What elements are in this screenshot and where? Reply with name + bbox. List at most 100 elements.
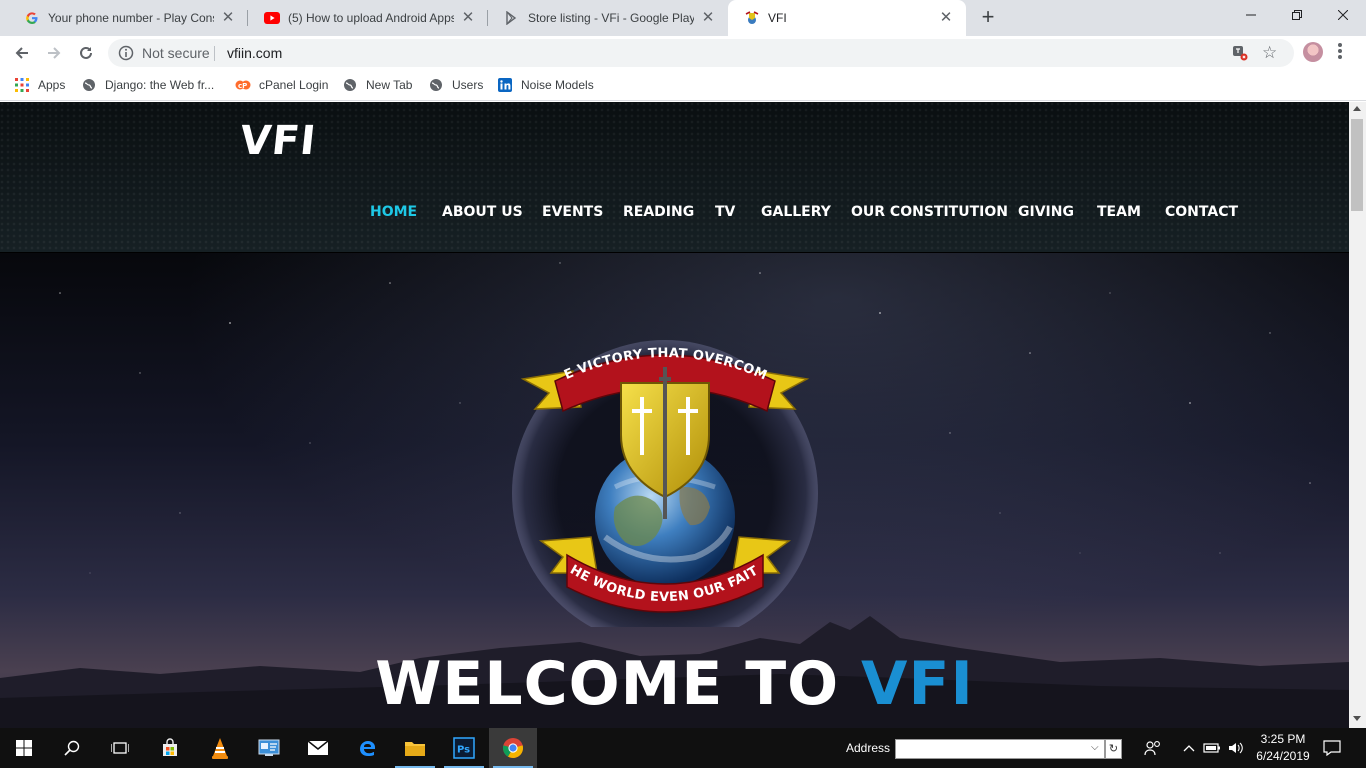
- scroll-up-arrow-icon[interactable]: [1353, 106, 1361, 111]
- show-hidden-icons-icon[interactable]: [1179, 738, 1199, 758]
- browser-toolbar: Not secure vfiin.com ☆: [0, 36, 1366, 69]
- chevron-down-icon[interactable]: ⌵: [1091, 742, 1099, 753]
- security-status[interactable]: Not secure: [142, 45, 210, 61]
- cpanel-icon: cP: [235, 77, 251, 93]
- back-button[interactable]: [9, 40, 35, 66]
- taskbar-store[interactable]: [146, 728, 194, 768]
- nav-home[interactable]: HOME: [370, 204, 417, 220]
- bookmark-label: cPanel Login: [259, 78, 329, 92]
- tab-title: Store listing - VFi - Google Play C: [528, 11, 694, 25]
- bookmark-label: Apps: [38, 78, 66, 92]
- site-logo[interactable]: VFI: [238, 118, 319, 164]
- control-panel-icon: [258, 739, 280, 756]
- folder-icon: [405, 742, 425, 756]
- close-tab-icon[interactable]: ✕: [220, 10, 236, 26]
- vfi-emblem-icon: [744, 10, 760, 26]
- clock-time[interactable]: 3:25 PM: [1258, 732, 1308, 746]
- address-bar[interactable]: Not secure vfiin.com ☆: [108, 39, 1294, 67]
- taskbar-vlc[interactable]: [196, 728, 244, 768]
- scroll-down-arrow-icon[interactable]: [1353, 716, 1361, 721]
- close-tab-icon[interactable]: ✕: [700, 10, 716, 26]
- nav-team[interactable]: TEAM: [1097, 204, 1141, 220]
- battery-icon[interactable]: [1202, 738, 1222, 758]
- tab-vfi[interactable]: VFI ✕: [728, 0, 966, 36]
- photoshop-icon: Ps: [453, 737, 475, 759]
- nav-reading[interactable]: READING: [623, 204, 694, 220]
- taskbar-control-panel[interactable]: [245, 728, 293, 768]
- nav-our-constitution[interactable]: OUR CONSTITUTION: [851, 204, 1008, 220]
- bookmark-label: Users: [452, 78, 484, 92]
- url-text[interactable]: vfiin.com: [227, 45, 282, 61]
- tab-store-listing[interactable]: Store listing - VFi - Google Play C ✕: [488, 0, 728, 36]
- reload-icon: [80, 46, 92, 59]
- back-arrow-icon: [15, 47, 28, 59]
- search-icon: [64, 740, 80, 756]
- hero-section: THE VICTORY THAT OVERCOMES THE WORLD EVE…: [0, 253, 1349, 728]
- page-viewport: VFI HOME ABOUT US EVENTS READING TV GALL…: [0, 102, 1349, 728]
- close-tab-icon[interactable]: ✕: [460, 10, 476, 26]
- nav-events[interactable]: EVENTS: [542, 204, 603, 220]
- welcome-heading: WELCOME TO VFI: [0, 649, 1349, 719]
- bookmark-django[interactable]: Django: the Web fr...: [81, 76, 214, 94]
- profile-avatar[interactable]: [1303, 42, 1323, 62]
- taskbar-edge[interactable]: [343, 728, 391, 768]
- restore-button[interactable]: [1274, 0, 1320, 30]
- taskbar-search-button[interactable]: [48, 728, 96, 768]
- nav-about-us[interactable]: ABOUT US: [442, 204, 523, 220]
- address-toolbar-input[interactable]: [895, 739, 1105, 759]
- nav-giving[interactable]: GIVING: [1018, 204, 1074, 220]
- address-go-button[interactable]: ↻: [1105, 739, 1122, 759]
- close-window-button[interactable]: [1320, 0, 1366, 30]
- youtube-icon: [264, 10, 280, 26]
- reload-button[interactable]: [73, 40, 99, 66]
- google-g-icon: [24, 10, 40, 26]
- store-bag-icon: [163, 738, 177, 756]
- people-icon[interactable]: [1143, 738, 1163, 758]
- apps-grid-icon: [14, 77, 30, 93]
- task-view-icon: [111, 742, 129, 754]
- scrollbar-thumb[interactable]: [1351, 119, 1363, 211]
- bookmarks-bar: Apps Django: the Web fr... cP cPanel Log…: [0, 69, 1366, 101]
- bookmark-noise-models[interactable]: Noise Models: [497, 76, 594, 94]
- bookmark-users[interactable]: Users: [428, 76, 483, 94]
- welcome-prefix: WELCOME TO: [375, 649, 862, 719]
- close-tab-icon[interactable]: ✕: [938, 10, 954, 26]
- tab-title: VFI: [768, 11, 787, 25]
- task-view-button[interactable]: [96, 728, 144, 768]
- tab-play-console[interactable]: Your phone number - Play Conso ✕: [8, 0, 248, 36]
- edge-browser-icon: [360, 741, 375, 756]
- taskbar-chrome[interactable]: [489, 728, 537, 768]
- taskbar-photoshop[interactable]: Ps: [440, 728, 488, 768]
- translate-icon[interactable]: [1232, 45, 1248, 61]
- tab-title: Your phone number - Play Conso: [48, 11, 214, 25]
- info-icon[interactable]: [118, 45, 134, 61]
- browser-tab-strip: Your phone number - Play Conso ✕ (5) How…: [0, 0, 1366, 36]
- bookmark-new-tab[interactable]: New Tab: [342, 76, 412, 94]
- svg-text:Ps: Ps: [457, 745, 470, 756]
- start-button[interactable]: [0, 728, 48, 768]
- bookmark-cpanel[interactable]: cP cPanel Login: [235, 76, 328, 94]
- taskbar-mail[interactable]: [294, 728, 342, 768]
- nav-tv[interactable]: TV: [715, 204, 735, 220]
- linkedin-icon: [497, 77, 513, 93]
- action-center-icon[interactable]: [1322, 738, 1342, 758]
- nav-contact[interactable]: CONTACT: [1165, 204, 1238, 220]
- minimize-button[interactable]: [1228, 0, 1274, 30]
- forward-button[interactable]: [41, 40, 67, 66]
- bookmark-star-icon[interactable]: ☆: [1262, 44, 1277, 61]
- new-tab-button[interactable]: +: [976, 6, 1000, 30]
- tab-title: (5) How to upload Android Apps: [288, 11, 454, 25]
- nav-gallery[interactable]: GALLERY: [761, 204, 831, 220]
- browser-menu-icon[interactable]: [1337, 43, 1343, 61]
- bookmark-label: New Tab: [366, 78, 413, 92]
- clock-date[interactable]: 6/24/2019: [1252, 749, 1314, 763]
- refresh-icon: ↻: [1108, 743, 1119, 755]
- page-scrollbar[interactable]: [1349, 102, 1366, 728]
- volume-icon[interactable]: [1226, 738, 1246, 758]
- taskbar-file-explorer[interactable]: [391, 728, 439, 768]
- vlc-cone-icon: [212, 738, 228, 759]
- bookmark-apps[interactable]: Apps: [14, 76, 65, 94]
- globe-icon: [342, 77, 358, 93]
- tab-youtube[interactable]: (5) How to upload Android Apps ✕: [248, 0, 488, 36]
- globe-icon: [428, 77, 444, 93]
